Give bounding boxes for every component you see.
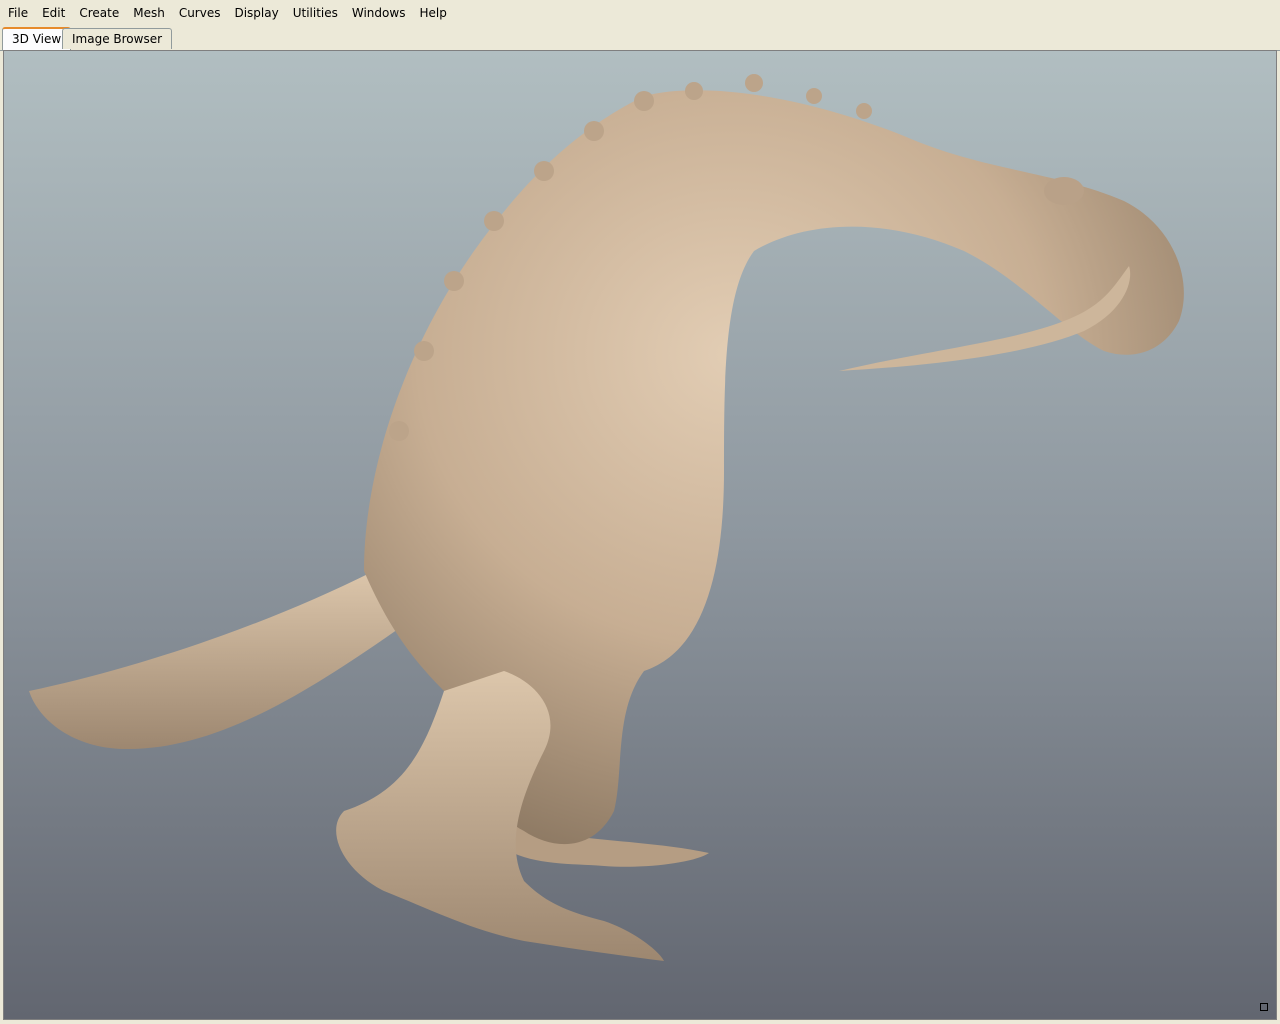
menu-windows[interactable]: Windows — [346, 3, 412, 23]
menu-display[interactable]: Display — [228, 3, 284, 23]
creature-model — [29, 74, 1184, 961]
menu-create[interactable]: Create — [73, 3, 125, 23]
menu-mesh[interactable]: Mesh — [127, 3, 171, 23]
menu-help[interactable]: Help — [413, 3, 452, 23]
3d-viewport[interactable] — [3, 50, 1277, 1020]
tab-bar: 3D View Image Browser — [0, 26, 1280, 51]
tab-image-browser[interactable]: Image Browser — [62, 28, 173, 49]
creature-tail — [29, 571, 424, 750]
menu-utilities[interactable]: Utilities — [287, 3, 344, 23]
menu-curves[interactable]: Curves — [173, 3, 227, 23]
tab-3d-view[interactable]: 3D View — [2, 27, 72, 50]
creature-eye — [1044, 177, 1084, 205]
menu-bar: File Edit Create Mesh Curves Display Uti… — [0, 0, 1280, 27]
menu-file[interactable]: File — [2, 3, 34, 23]
menu-edit[interactable]: Edit — [36, 3, 71, 23]
resize-grip[interactable] — [1260, 1003, 1268, 1011]
